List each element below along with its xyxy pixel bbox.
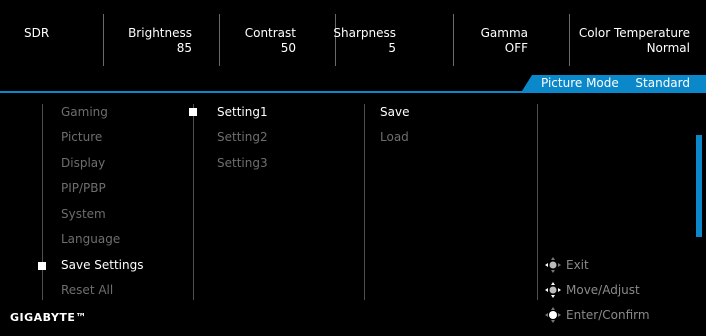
divider xyxy=(219,14,220,66)
joystick-icon xyxy=(545,257,561,273)
osd-screen: SDR Brightness 85 Contrast 50 Sharpness … xyxy=(0,0,706,336)
divider xyxy=(453,14,454,66)
gamma-label: Gamma xyxy=(480,26,528,40)
menu-item-reset-all[interactable]: Reset All xyxy=(61,283,113,297)
load-button[interactable]: Load xyxy=(380,130,409,144)
exit-hint: Exit xyxy=(566,258,589,272)
color-temperature-value: Normal xyxy=(646,41,690,55)
color-temperature-label: Color Temperature xyxy=(578,26,690,40)
menu-item-setting3[interactable]: Setting3 xyxy=(217,156,268,170)
gamma-status: Gamma OFF xyxy=(481,26,528,56)
contrast-label: Contrast xyxy=(244,26,296,40)
picture-mode-tab: Picture Mode Standard xyxy=(522,75,706,91)
menu-item-picture[interactable]: Picture xyxy=(61,130,102,144)
joystick-icon xyxy=(545,282,561,298)
sharpness-label: Sharpness xyxy=(333,26,396,40)
menu-item-save-settings[interactable]: Save Settings xyxy=(61,258,144,272)
brightness-value: 85 xyxy=(176,41,192,55)
menu-item-setting1[interactable]: Setting1 xyxy=(217,105,268,119)
scrollbar[interactable] xyxy=(696,135,702,237)
brightness-status: Brightness 85 xyxy=(128,26,192,56)
selection-marker xyxy=(38,262,46,270)
column-divider xyxy=(42,104,43,300)
menu-item-language[interactable]: Language xyxy=(61,232,120,246)
picture-mode-label: Picture Mode xyxy=(541,76,619,90)
enter-confirm-hint: Enter/Confirm xyxy=(566,308,650,322)
menu-item-gaming[interactable]: Gaming xyxy=(61,105,108,119)
divider xyxy=(103,14,104,66)
sharpness-value: 5 xyxy=(388,41,396,55)
menu-item-display[interactable]: Display xyxy=(61,156,105,170)
hdr-mode-indicator: SDR xyxy=(24,26,50,40)
menu-item-system[interactable]: System xyxy=(61,207,106,221)
column-divider xyxy=(364,104,365,300)
brand-logo: GIGABYTE™ xyxy=(10,311,87,324)
contrast-status: Contrast 50 xyxy=(245,26,296,56)
sharpness-status: Sharpness 5 xyxy=(333,26,396,56)
divider xyxy=(569,14,570,66)
brightness-label: Brightness xyxy=(128,26,192,40)
column-divider xyxy=(537,104,538,300)
contrast-value: 50 xyxy=(280,41,296,55)
menu-item-pip-pbp[interactable]: PIP/PBP xyxy=(61,181,106,195)
gamma-value: OFF xyxy=(504,41,528,55)
color-temperature-status: Color Temperature Normal xyxy=(579,26,690,56)
save-button[interactable]: Save xyxy=(380,105,409,119)
joystick-icon xyxy=(545,307,561,323)
header-divider xyxy=(0,91,706,93)
status-bar: SDR Brightness 85 Contrast 50 Sharpness … xyxy=(0,0,706,72)
column-divider xyxy=(193,104,194,300)
selection-marker xyxy=(189,108,197,116)
picture-mode-value: Standard xyxy=(635,76,690,90)
menu-item-setting2[interactable]: Setting2 xyxy=(217,130,268,144)
move-adjust-hint: Move/Adjust xyxy=(566,283,640,297)
